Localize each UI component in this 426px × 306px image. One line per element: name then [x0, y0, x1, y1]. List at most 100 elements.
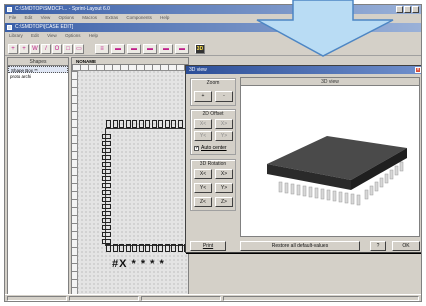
sub-app-icon — [7, 25, 12, 30]
sub-menu-edit[interactable]: Edit — [31, 33, 39, 38]
zoom-in-button[interactable]: + — [194, 91, 212, 102]
auto-center-label[interactable]: Auto center — [201, 145, 227, 151]
tool-zone-button[interactable]: ▬ — [127, 44, 141, 54]
ok-button[interactable]: OK — [392, 241, 420, 251]
rotate-y-plus-button[interactable]: Y> — [215, 183, 233, 193]
pad — [132, 244, 137, 252]
pad — [164, 244, 170, 252]
offset-group: 2D Offset X< X> Y< Y> ✓ Auto center — [190, 109, 236, 155]
menu-edit[interactable]: Edit — [25, 15, 33, 20]
pad — [145, 244, 150, 252]
rotate-z-plus-button[interactable]: Z> — [215, 197, 233, 207]
3d-render-panel[interactable]: 3D view — [240, 77, 420, 237]
sub-title-text: C:\SMDTOP\[CASE EDIT] — [15, 24, 74, 30]
menu-help[interactable]: Help — [160, 15, 169, 20]
menu-options[interactable]: Options — [59, 15, 75, 20]
window-controls — [396, 6, 419, 13]
pad — [102, 162, 111, 167]
tool-pad-button[interactable]: ▭ — [74, 44, 84, 54]
pad — [171, 120, 176, 128]
rotate-x-plus-button[interactable]: X> — [215, 169, 233, 179]
app-icon — [7, 7, 12, 12]
offset-down-button[interactable]: Y> — [215, 131, 233, 141]
sub-menu-view[interactable]: View — [47, 33, 57, 38]
tool-circle-button[interactable]: O — [52, 44, 62, 54]
pad — [171, 244, 176, 252]
restore-defaults-button[interactable]: Restore all default-values — [240, 241, 360, 251]
minimize-button[interactable] — [396, 6, 403, 13]
rotate-x-minus-button[interactable]: X< — [194, 169, 212, 179]
pad — [102, 176, 111, 181]
tool-add-button[interactable]: + — [19, 44, 29, 54]
menu-view[interactable]: View — [41, 15, 51, 20]
pad — [151, 244, 157, 252]
menu-file[interactable]: File — [9, 15, 16, 20]
tool-smd-button[interactable]: ▬ — [111, 44, 125, 54]
pad — [102, 134, 111, 139]
help-button[interactable]: ? — [370, 241, 386, 251]
pad — [112, 120, 118, 128]
close-window-button[interactable] — [412, 6, 419, 13]
pad — [102, 155, 111, 160]
pad — [112, 244, 118, 252]
annotation-arrow-icon — [256, 0, 394, 57]
maximize-button[interactable] — [404, 6, 411, 13]
auto-center-checkbox[interactable]: ✓ — [194, 146, 199, 151]
pad — [125, 244, 131, 252]
status-cell — [223, 296, 419, 301]
status-cell — [7, 296, 67, 301]
pad — [102, 232, 111, 237]
pad — [119, 120, 124, 128]
rotate-y-minus-button[interactable]: Y< — [194, 183, 212, 193]
offset-right-button[interactable]: X> — [215, 119, 233, 129]
footprint-pads-top — [106, 120, 183, 128]
shapes-panel: Shapes Shape Box ** proto archi — [7, 57, 69, 295]
menu-extras[interactable]: Extras — [105, 15, 118, 20]
offset-up-button[interactable]: Y< — [194, 131, 212, 141]
sub-menu-options[interactable]: Options — [65, 33, 81, 38]
tool-select-button[interactable]: + — [8, 44, 18, 54]
pad — [102, 211, 111, 216]
view-3d-button[interactable]: 3D — [195, 44, 205, 54]
offset-left-button[interactable]: X< — [194, 119, 212, 129]
status-bar — [5, 294, 421, 301]
tool-line-button[interactable]: / — [41, 44, 51, 54]
shapes-item-proto-archi[interactable]: proto archi — [8, 73, 68, 80]
sub-menu-help[interactable]: Help — [89, 33, 98, 38]
component-refdes-label: #X * * * * — [112, 258, 165, 270]
tool-track-button[interactable]: ≡ — [95, 44, 109, 54]
pad — [102, 225, 111, 230]
tool-measure-button[interactable]: ▬ — [159, 44, 173, 54]
footprint-pads-bottom — [106, 244, 188, 252]
dialog-title: 3D view — [189, 67, 207, 73]
pad — [106, 244, 111, 252]
pad — [151, 120, 157, 128]
pad — [106, 120, 111, 128]
document-tab[interactable]: NONAME — [72, 58, 188, 65]
print-button[interactable]: Print — [190, 241, 226, 251]
zoom-out-button[interactable]: - — [215, 91, 233, 102]
pad — [164, 120, 170, 128]
3d-chip-render — [267, 136, 407, 206]
main-title-text: C:\SMDTOP\SMDCF\... - Sprint-Layout 6.0 — [15, 6, 110, 12]
menu-macros[interactable]: Macros — [82, 15, 97, 20]
layout-canvas[interactable]: NONAME #X * * * * — [71, 57, 189, 295]
shapes-tab[interactable]: Shapes — [8, 58, 68, 66]
rotate-z-minus-button[interactable]: Z< — [194, 197, 212, 207]
pad — [102, 204, 111, 209]
pad — [138, 120, 144, 128]
pad — [102, 190, 111, 195]
menu-components[interactable]: Components — [126, 15, 152, 20]
pad — [102, 218, 111, 223]
pad — [177, 120, 183, 128]
dialog-title-bar: 3D view × — [186, 66, 421, 74]
rotation-group: 3D Rotation X< X> Y< Y> Z< Z> — [190, 159, 236, 211]
tool-wave-button[interactable]: W — [30, 44, 40, 54]
tool-via-button[interactable]: ▬ — [143, 44, 157, 54]
shapes-item-shape-box[interactable]: Shape Box ** — [8, 66, 68, 73]
tool-mask-button[interactable]: ▬ — [175, 44, 189, 54]
tool-rect-button[interactable]: □ — [63, 44, 73, 54]
dialog-close-button[interactable]: × — [415, 67, 421, 73]
sub-menu-library[interactable]: Library — [9, 33, 23, 38]
pad — [158, 120, 163, 128]
